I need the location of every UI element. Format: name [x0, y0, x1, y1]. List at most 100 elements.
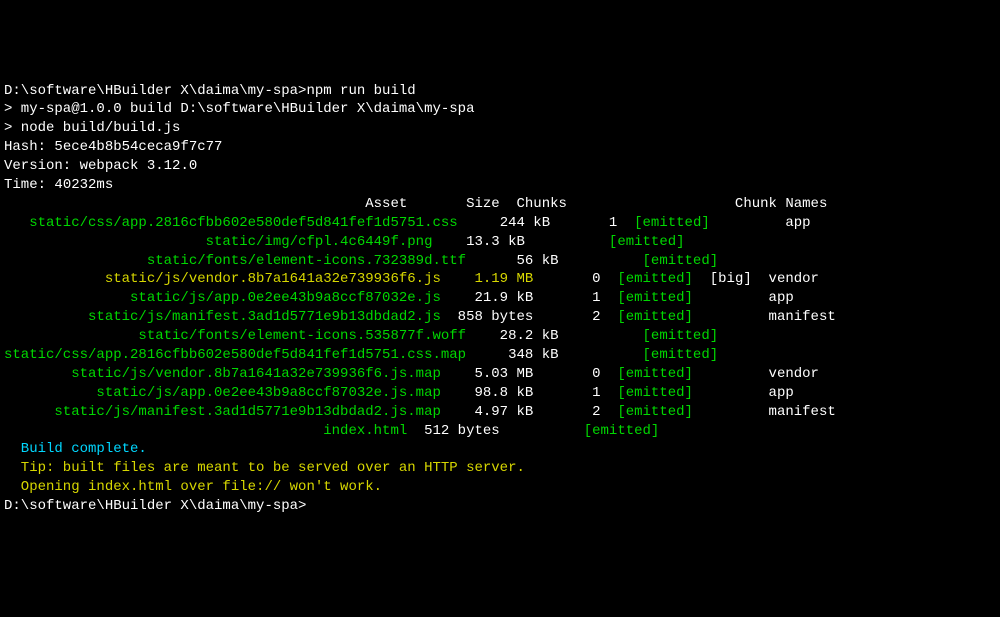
- build-complete-line: Build complete.: [4, 440, 996, 459]
- asset-chunk-name: app: [769, 215, 811, 231]
- asset-row: static/img/cfpl.4c6449f.png 13.3 kB [emi…: [4, 233, 996, 252]
- asset-name: static/css/app.2816cfbb602e580def5d841fe…: [4, 215, 458, 231]
- asset-name: static/js/app.0e2ee43b9a8ccf87032e.js.ma…: [4, 385, 441, 401]
- tip-text: Opening index.html over file:// won't wo…: [4, 479, 382, 495]
- asset-row: static/js/vendor.8b7a1641a32e739936f6.js…: [4, 365, 996, 384]
- tip-line: Tip: built files are meant to be served …: [4, 459, 996, 478]
- asset-name: index.html: [4, 423, 407, 439]
- asset-row: static/js/app.0e2ee43b9a8ccf87032e.js.ma…: [4, 384, 996, 403]
- asset-chunk-name: manifest: [752, 309, 836, 325]
- asset-size: 21.9 kB: [441, 290, 533, 306]
- asset-emitted: [emitted]: [601, 309, 693, 325]
- asset-emitted: [emitted]: [567, 423, 659, 439]
- asset-name: static/js/manifest.3ad1d5771e9b13dbdad2.…: [4, 309, 441, 325]
- asset-emitted: [emitted]: [601, 271, 693, 287]
- build-complete-text: Build complete.: [4, 441, 147, 457]
- asset-big-flag: [693, 290, 752, 306]
- asset-name: static/js/vendor.8b7a1641a32e739936f6.js…: [4, 366, 441, 382]
- asset-row: static/js/vendor.8b7a1641a32e739936f6.js…: [4, 270, 996, 289]
- asset-chunks: [525, 234, 592, 250]
- asset-big-flag: [718, 253, 777, 269]
- asset-name: static/fonts/element-icons.732389d.ttf: [4, 253, 466, 269]
- hash-value: 5ece4b8b54ceca9f7c77: [54, 139, 222, 155]
- asset-emitted: [emitted]: [626, 253, 718, 269]
- asset-emitted: [emitted]: [601, 404, 693, 420]
- header-chunk-names: Chunk Names: [676, 196, 827, 212]
- asset-size: 4.97 kB: [441, 404, 533, 420]
- asset-chunks: 2: [533, 309, 600, 325]
- asset-row: static/js/app.0e2ee43b9a8ccf87032e.js 21…: [4, 289, 996, 308]
- prompt-text: D:\software\HBuilder X\daima\my-spa>npm …: [4, 83, 416, 99]
- asset-row: static/fonts/element-icons.535877f.woff …: [4, 327, 996, 346]
- prompt-text: D:\software\HBuilder X\daima\my-spa>: [4, 498, 306, 514]
- asset-chunks: 2: [533, 404, 600, 420]
- asset-chunk-name: app: [752, 290, 794, 306]
- asset-emitted: [emitted]: [592, 234, 684, 250]
- asset-name: static/js/manifest.3ad1d5771e9b13dbdad2.…: [4, 404, 441, 420]
- tip-text: Tip: built files are meant to be served …: [4, 460, 525, 476]
- asset-chunk-name: vendor: [752, 271, 819, 287]
- asset-chunks: [559, 347, 626, 363]
- tip-line: Opening index.html over file:// won't wo…: [4, 478, 996, 497]
- asset-size: 512 bytes: [407, 423, 499, 439]
- assets-header: Asset Size Chunks Chunk Names: [4, 195, 996, 214]
- asset-name: static/js/app.0e2ee43b9a8ccf87032e.js: [4, 290, 441, 306]
- header-size: Size: [407, 196, 499, 212]
- asset-size: 13.3 kB: [432, 234, 524, 250]
- asset-row: static/css/app.2816cfbb602e580def5d841fe…: [4, 346, 996, 365]
- asset-name: static/js/vendor.8b7a1641a32e739936f6.js: [4, 271, 441, 287]
- asset-chunks: 0: [533, 366, 600, 382]
- asset-chunks: 1: [533, 385, 600, 401]
- asset-big-flag: [693, 404, 752, 420]
- asset-emitted: [emitted]: [617, 215, 709, 231]
- npm-script-line: > my-spa@1.0.0 build D:\software\HBuilde…: [4, 100, 996, 119]
- npm-script-line: > node build/build.js: [4, 119, 996, 138]
- asset-chunks: 1: [550, 215, 617, 231]
- asset-big-flag: [718, 347, 777, 363]
- terminal-output[interactable]: D:\software\HBuilder X\daima\my-spa>npm …: [4, 82, 996, 516]
- asset-emitted: [emitted]: [601, 290, 693, 306]
- asset-size: 5.03 MB: [441, 366, 533, 382]
- asset-row: static/js/manifest.3ad1d5771e9b13dbdad2.…: [4, 403, 996, 422]
- asset-chunks: 1: [533, 290, 600, 306]
- asset-big-flag: [718, 328, 777, 344]
- command-line: D:\software\HBuilder X\daima\my-spa>npm …: [4, 82, 996, 101]
- asset-emitted: [emitted]: [601, 366, 693, 382]
- asset-chunk-name: app: [752, 385, 794, 401]
- asset-emitted: [emitted]: [626, 347, 718, 363]
- asset-name: static/fonts/element-icons.535877f.woff: [4, 328, 466, 344]
- asset-row: static/fonts/element-icons.732389d.ttf 5…: [4, 252, 996, 271]
- asset-big-flag: [693, 309, 752, 325]
- asset-big-flag: [693, 366, 752, 382]
- asset-size: 98.8 kB: [441, 385, 533, 401]
- asset-chunk-name: manifest: [752, 404, 836, 420]
- header-asset: Asset: [4, 196, 407, 212]
- asset-chunk-name: vendor: [752, 366, 819, 382]
- asset-name: static/css/app.2816cfbb602e580def5d841fe…: [4, 347, 466, 363]
- asset-big-flag: [685, 234, 744, 250]
- asset-row: static/css/app.2816cfbb602e580def5d841fe…: [4, 214, 996, 233]
- version-line: Version: webpack 3.12.0: [4, 157, 996, 176]
- asset-big-flag: [big]: [693, 271, 752, 287]
- time-value: 40232ms: [54, 177, 113, 193]
- hash-line: Hash: 5ece4b8b54ceca9f7c77: [4, 138, 996, 157]
- asset-chunks: [559, 328, 626, 344]
- asset-size: 28.2 kB: [466, 328, 558, 344]
- asset-big-flag: [659, 423, 718, 439]
- asset-emitted: [emitted]: [626, 328, 718, 344]
- asset-size: 348 kB: [466, 347, 558, 363]
- asset-size: 244 kB: [458, 215, 550, 231]
- time-line: Time: 40232ms: [4, 176, 996, 195]
- version-value: webpack 3.12.0: [80, 158, 198, 174]
- asset-chunks: [559, 253, 626, 269]
- header-chunks: Chunks: [500, 196, 567, 212]
- asset-size: 56 kB: [466, 253, 558, 269]
- asset-row: static/js/manifest.3ad1d5771e9b13dbdad2.…: [4, 308, 996, 327]
- asset-size: 858 bytes: [441, 309, 533, 325]
- asset-chunks: [500, 423, 567, 439]
- asset-big-flag: [693, 385, 752, 401]
- asset-row: index.html 512 bytes [emitted]: [4, 422, 996, 441]
- asset-name: static/img/cfpl.4c6449f.png: [4, 234, 432, 250]
- asset-size: 1.19 MB: [441, 271, 533, 287]
- asset-emitted: [emitted]: [601, 385, 693, 401]
